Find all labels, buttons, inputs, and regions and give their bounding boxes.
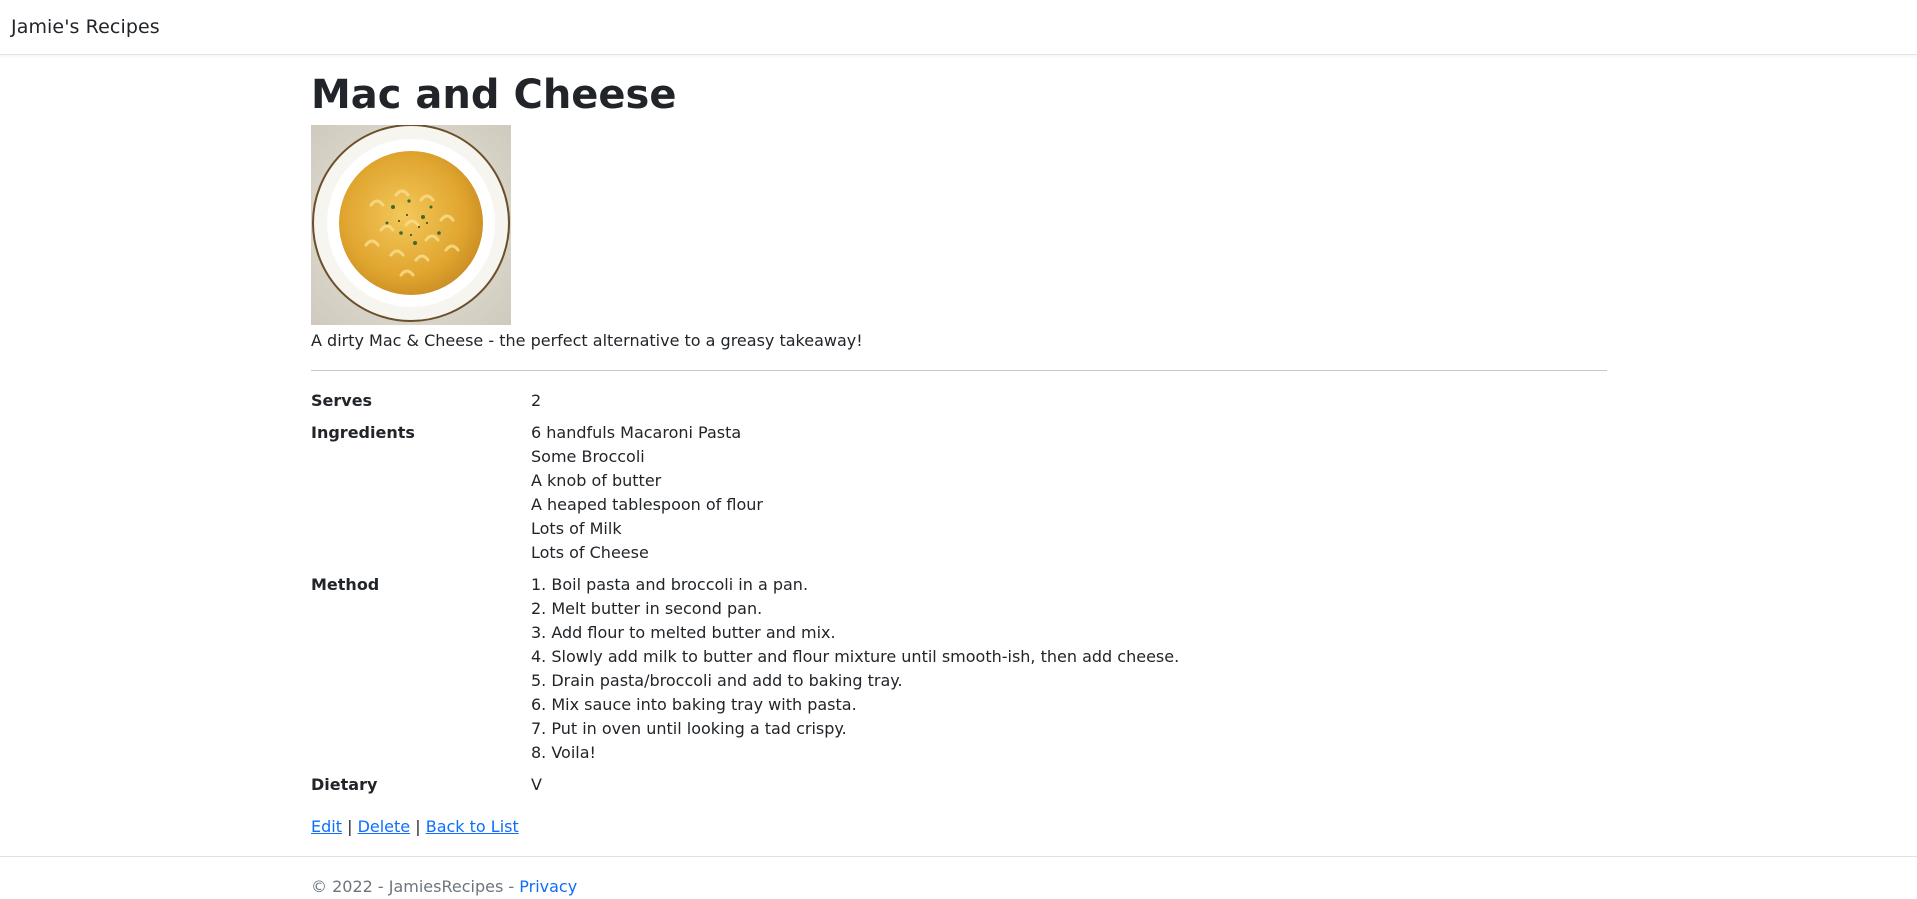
footer: © 2022 - JamiesRecipes - Privacy	[0, 856, 1917, 896]
copyright-text: © 2022 - JamiesRecipes -	[311, 877, 520, 896]
method-step: 7. Put in oven until looking a tad crisp…	[531, 719, 847, 738]
serves-value: 2	[531, 391, 542, 410]
method-list: 1. Boil pasta and broccoli in a pan. 2. …	[531, 573, 1179, 765]
recipe-photo	[311, 125, 511, 325]
method-step: 6. Mix sauce into baking tray with pasta…	[531, 695, 857, 714]
dietary-label: Dietary	[311, 775, 378, 794]
ingredient-item: A heaped tablespoon of flour	[531, 495, 763, 514]
ingredients-label: Ingredients	[311, 423, 415, 442]
privacy-link[interactable]: Privacy	[519, 877, 577, 896]
main-content: Mac and Cheese A dirty Mac & Cheese - th…	[311, 56, 1607, 839]
navbar-brand-link[interactable]: Jamie's Recipes	[11, 16, 160, 38]
dietary-value: V	[531, 775, 542, 794]
ingredients-row: Ingredients 6 handfuls Macaroni Pasta So…	[311, 421, 1607, 565]
recipe-actions: Edit | Delete | Back to List	[311, 815, 1607, 839]
back-to-list-link[interactable]: Back to List	[426, 817, 519, 836]
recipe-details: Serves 2 Ingredients 6 handfuls Macaroni…	[311, 389, 1607, 797]
method-step: 1. Boil pasta and broccoli in a pan.	[531, 575, 809, 594]
footer-content: © 2022 - JamiesRecipes - Privacy	[311, 875, 577, 899]
serves-row: Serves 2	[311, 389, 1607, 413]
ingredient-item: Some Broccoli	[531, 447, 645, 466]
dietary-row: Dietary V	[311, 773, 1607, 797]
divider	[311, 370, 1607, 371]
ingredient-item: Lots of Milk	[531, 519, 622, 538]
ingredient-item: Lots of Cheese	[531, 543, 649, 562]
separator: |	[347, 817, 353, 836]
page-title: Mac and Cheese	[311, 72, 677, 118]
method-row: Method 1. Boil pasta and broccoli in a p…	[311, 573, 1607, 765]
edit-link[interactable]: Edit	[311, 817, 342, 836]
ingredient-item: A knob of butter	[531, 471, 662, 490]
method-label: Method	[311, 575, 380, 594]
serves-label: Serves	[311, 391, 373, 410]
navbar: Jamie's Recipes	[0, 0, 1917, 55]
delete-link[interactable]: Delete	[358, 817, 411, 836]
ingredient-item: 6 handfuls Macaroni Pasta	[531, 423, 742, 442]
recipe-description: A dirty Mac & Cheese - the perfect alter…	[311, 331, 863, 350]
method-step: 2. Melt butter in second pan.	[531, 599, 763, 618]
method-step: 3. Add flour to melted butter and mix.	[531, 623, 836, 642]
separator: |	[415, 817, 421, 836]
ingredients-list: 6 handfuls Macaroni Pasta Some Broccoli …	[531, 421, 763, 565]
method-step: 8. Voila!	[531, 743, 596, 762]
method-step: 5. Drain pasta/broccoli and add to bakin…	[531, 671, 903, 690]
method-step: 4. Slowly add milk to butter and flour m…	[531, 647, 1180, 666]
